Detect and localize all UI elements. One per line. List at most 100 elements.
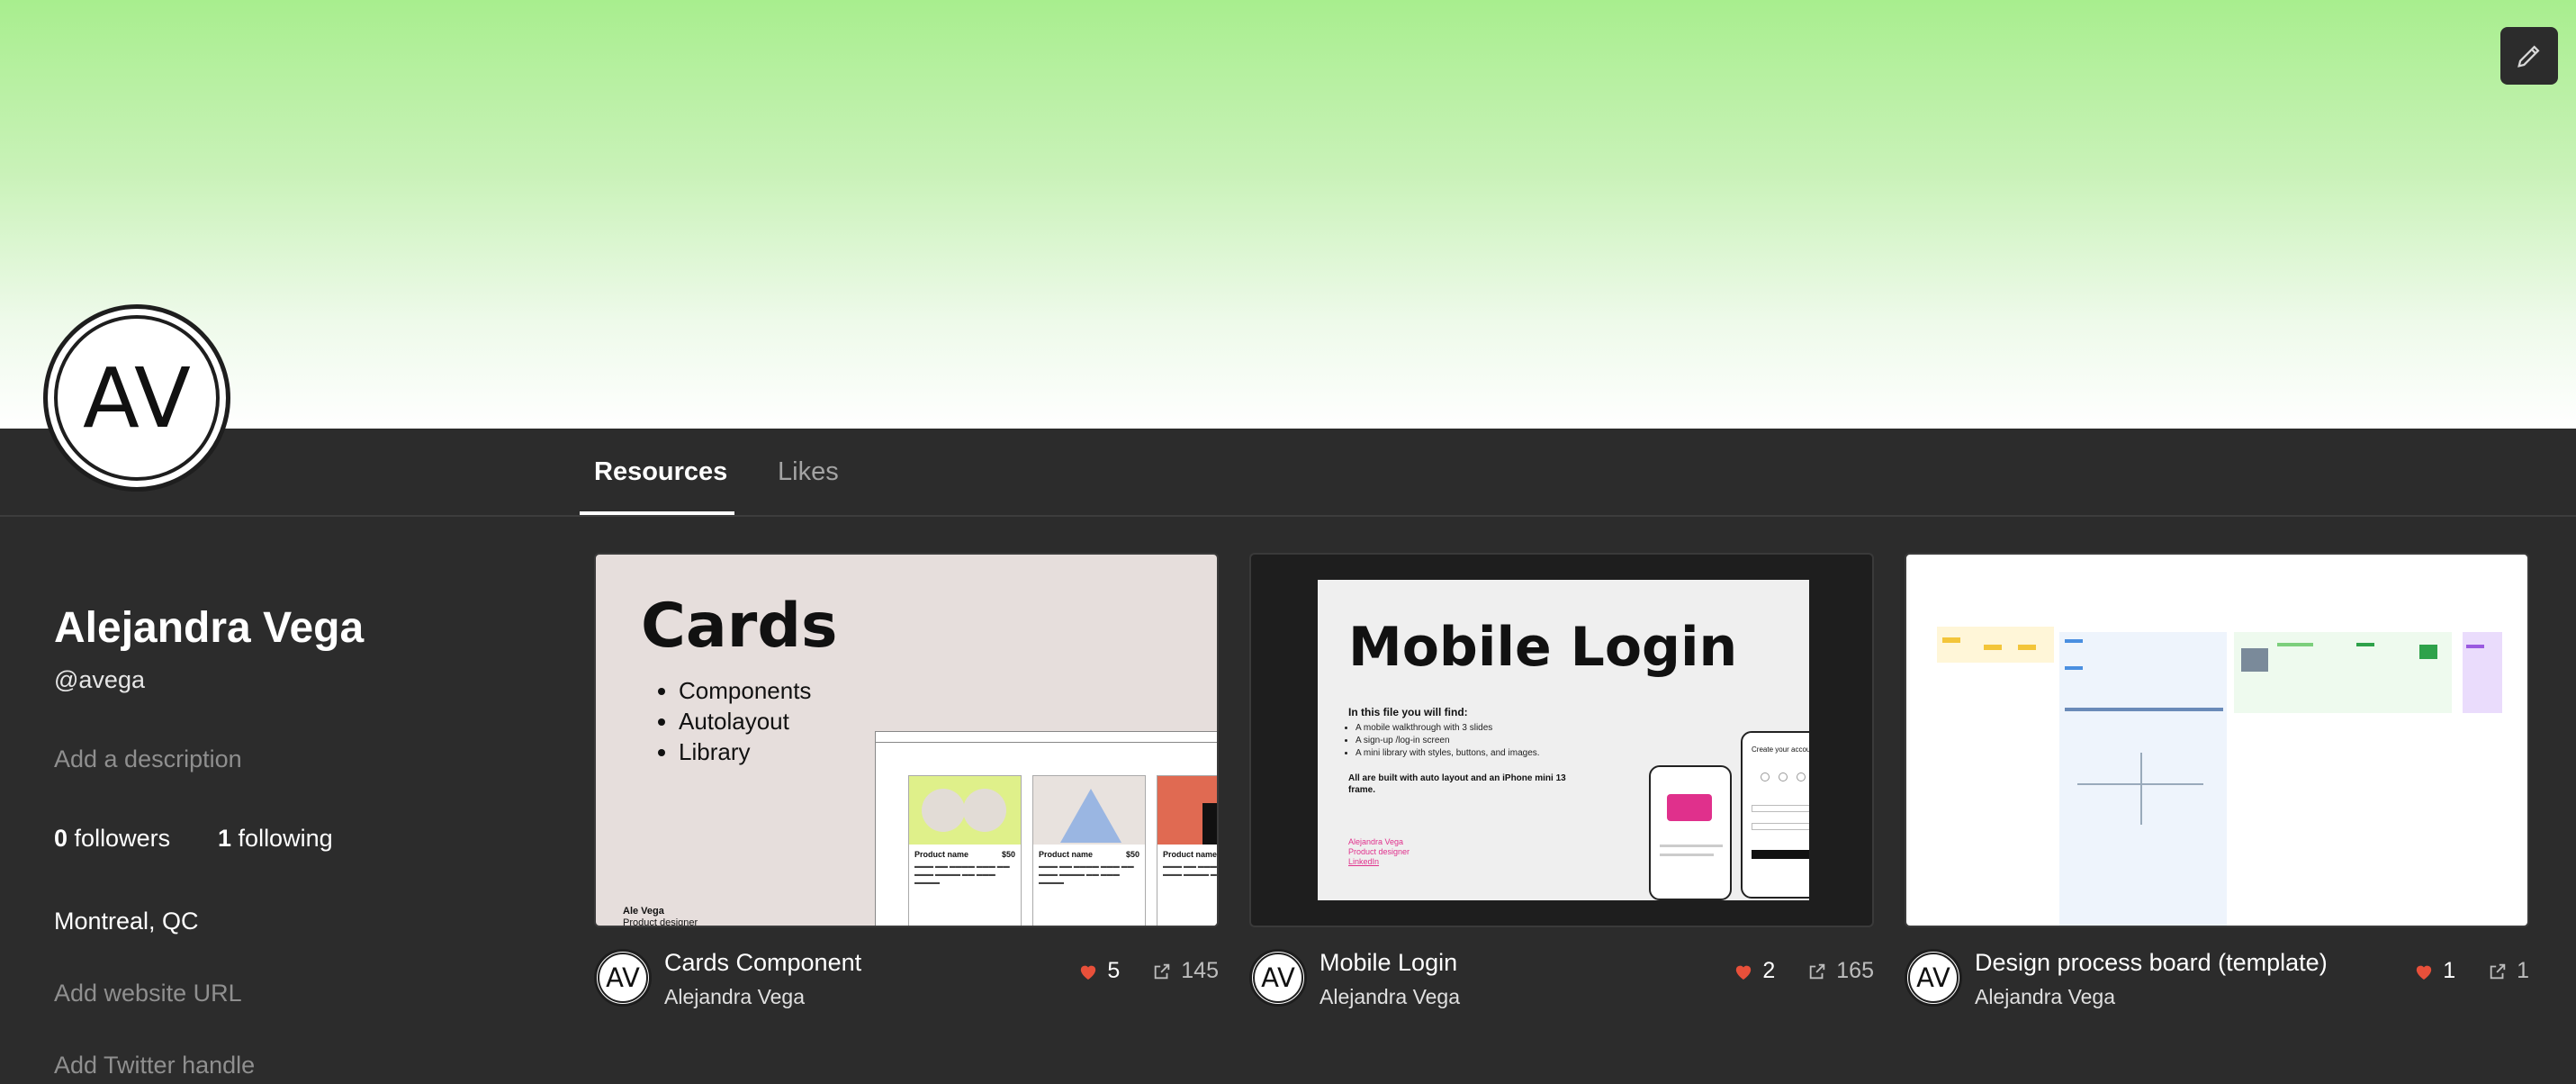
- resource-title[interactable]: Cards Component: [664, 949, 861, 977]
- thumb-heading: Cards: [641, 591, 838, 662]
- thumb-bullet: A mini library with styles, buttons, and…: [1356, 747, 1540, 760]
- duplicate-count-group: 1: [2488, 958, 2529, 984]
- thumb-note: All are built with auto layout and an iP…: [1348, 773, 1566, 795]
- edit-banner-button[interactable]: [2500, 27, 2558, 85]
- thumb-credit-link: LinkedIn: [1348, 857, 1380, 866]
- phone-mockup: [1649, 765, 1732, 900]
- heart-icon: [2417, 965, 2432, 980]
- thumb-bullets: Components Autolayout Library: [679, 675, 811, 767]
- resource-title[interactable]: Mobile Login: [1320, 949, 1457, 977]
- description-field[interactable]: Add a description: [54, 745, 242, 773]
- thumb-credits: Alejandra Vega Product designer LinkedIn: [1348, 837, 1410, 867]
- profile-avatar[interactable]: AV: [43, 304, 230, 492]
- product-image: [909, 776, 1021, 845]
- thumb-subheading: In this file you will find:: [1348, 706, 1468, 718]
- thumb-bullets: A mobile walkthrough with 3 slides A sig…: [1356, 722, 1540, 760]
- heart-icon: [1081, 965, 1096, 980]
- product-row: Product name: [1157, 845, 1218, 859]
- thumb-bullet: A mobile walkthrough with 3 slides: [1356, 722, 1540, 735]
- duplicate-count: 145: [1181, 958, 1219, 983]
- following-count: 1: [218, 825, 232, 852]
- heart-icon: [1736, 965, 1752, 980]
- product-row: Product name $50: [1033, 845, 1145, 859]
- profile-banner: [0, 0, 2576, 429]
- product-name: Product name: [914, 850, 969, 859]
- resource-stats: 5 145: [1078, 958, 1219, 984]
- thumb-bullet: A sign-up /log-in screen: [1356, 735, 1540, 747]
- profile-handle: @avega: [54, 666, 145, 693]
- product-image: [1033, 776, 1145, 845]
- location-text: Montreal, QC: [54, 908, 199, 935]
- product-lorem: ▬▬▬ ▬▬ ▬▬▬▬ ▬▬▬ ▬▬ ▬▬▬ ▬▬▬▬ ▬▬ ▬▬▬: [1163, 863, 1217, 878]
- thumb-signature: Ale Vega Product designer: [623, 906, 698, 927]
- author-initials: AV: [1908, 953, 1959, 1003]
- like-count: 2: [1762, 958, 1776, 983]
- product-price: $50: [1125, 850, 1139, 859]
- mini-product-card: Product name $50 ▬▬▬ ▬▬ ▬▬▬▬ ▬▬▬ ▬▬ ▬▬▬ ▬…: [1032, 775, 1146, 926]
- twitter-field[interactable]: Add Twitter handle: [54, 1052, 255, 1079]
- resource-thumbnail[interactable]: Cards Components Autolayout Library Ale …: [594, 553, 1219, 927]
- open-external-icon: [2490, 963, 2506, 979]
- thumb-sig-name: Ale Vega: [623, 906, 664, 917]
- thumb-heading: Mobile Login: [1348, 616, 1738, 679]
- followers-label: followers: [74, 825, 171, 852]
- product-lorem: ▬▬▬ ▬▬ ▬▬▬▬ ▬▬▬ ▬▬ ▬▬▬ ▬▬▬▬ ▬▬ ▬▬▬ ▬▬▬▬: [1039, 863, 1134, 886]
- mini-product-card: Product name $50 ▬▬▬ ▬▬ ▬▬▬▬ ▬▬▬ ▬▬ ▬▬▬ ▬…: [908, 775, 1022, 926]
- product-image: [1157, 776, 1217, 845]
- product-price: $50: [1001, 850, 1015, 859]
- followers-count: 0: [54, 825, 68, 852]
- resource-thumbnail[interactable]: [1905, 553, 2529, 927]
- profile-tab-bar: Resources Likes: [0, 429, 2576, 517]
- thumb-bullet: Library: [679, 736, 811, 767]
- thumb-bullet: Autolayout: [679, 706, 811, 736]
- duplicate-count: 1: [2517, 958, 2529, 983]
- tab-likes[interactable]: Likes: [778, 457, 839, 487]
- board-column: [2059, 632, 2227, 926]
- author-initials: AV: [1253, 953, 1303, 1003]
- mini-product-card: Product name ▬▬▬ ▬▬ ▬▬▬▬ ▬▬▬ ▬▬ ▬▬▬ ▬▬▬▬…: [1157, 775, 1218, 926]
- resource-author[interactable]: Alejandra Vega: [1975, 985, 2115, 1009]
- pencil-icon: [2517, 45, 2540, 68]
- author-avatar[interactable]: AV: [1905, 949, 1962, 1007]
- thumb-credit-role: Product designer: [1348, 847, 1410, 856]
- resource-stats: 1 1: [2414, 958, 2529, 984]
- phone-title: Create your account: [1752, 745, 1809, 754]
- resource-author[interactable]: Alejandra Vega: [1320, 985, 1460, 1009]
- thumb-sig-role: Product designer: [623, 917, 698, 927]
- thumb-credit-name: Alejandra Vega: [1348, 837, 1404, 846]
- active-tab-indicator: [580, 511, 734, 515]
- like-count: 1: [2443, 958, 2456, 983]
- product-name: Product name: [1163, 850, 1218, 859]
- duplicate-count-group: 145: [1152, 958, 1219, 984]
- product-row: Product name $50: [909, 845, 1021, 859]
- thumb-browser-mockup: Product name $50 ▬▬▬ ▬▬ ▬▬▬▬ ▬▬▬ ▬▬ ▬▬▬ ▬…: [875, 731, 1218, 926]
- browser-bar: [876, 732, 1217, 743]
- open-external-icon: [1810, 963, 1825, 979]
- following-label: following: [238, 825, 333, 852]
- author-avatar[interactable]: AV: [594, 949, 652, 1007]
- profile-name: Alejandra Vega: [54, 604, 365, 652]
- thumb-slide: Mobile Login In this file you will find:…: [1318, 580, 1809, 900]
- following-link[interactable]: 1 following: [218, 825, 333, 853]
- resource-title[interactable]: Design process board (template): [1975, 949, 2328, 977]
- open-external-icon: [1155, 963, 1170, 979]
- like-count: 5: [1107, 958, 1121, 983]
- avatar-initials: AV: [54, 315, 220, 481]
- thumb-bullet: Components: [679, 675, 811, 706]
- resource-thumbnail[interactable]: Mobile Login In this file you will find:…: [1249, 553, 1874, 927]
- website-field[interactable]: Add website URL: [54, 980, 242, 1007]
- like-button[interactable]: 1: [2414, 958, 2455, 984]
- duplicate-count-group: 165: [1807, 958, 1874, 984]
- product-lorem: ▬▬▬ ▬▬ ▬▬▬▬ ▬▬▬ ▬▬ ▬▬▬ ▬▬▬▬ ▬▬ ▬▬▬ ▬▬▬▬: [914, 863, 1010, 886]
- author-avatar[interactable]: AV: [1249, 949, 1307, 1007]
- followers-link[interactable]: 0 followers: [54, 825, 170, 853]
- resource-stats: 2 165: [1734, 958, 1874, 984]
- phone-mockup: Create your account: [1741, 731, 1809, 899]
- like-button[interactable]: 2: [1734, 958, 1775, 984]
- tab-resources[interactable]: Resources: [594, 457, 727, 487]
- resource-author[interactable]: Alejandra Vega: [664, 985, 805, 1009]
- like-button[interactable]: 5: [1078, 958, 1120, 984]
- author-initials: AV: [598, 953, 648, 1003]
- product-name: Product name: [1039, 850, 1094, 859]
- duplicate-count: 165: [1836, 958, 1874, 983]
